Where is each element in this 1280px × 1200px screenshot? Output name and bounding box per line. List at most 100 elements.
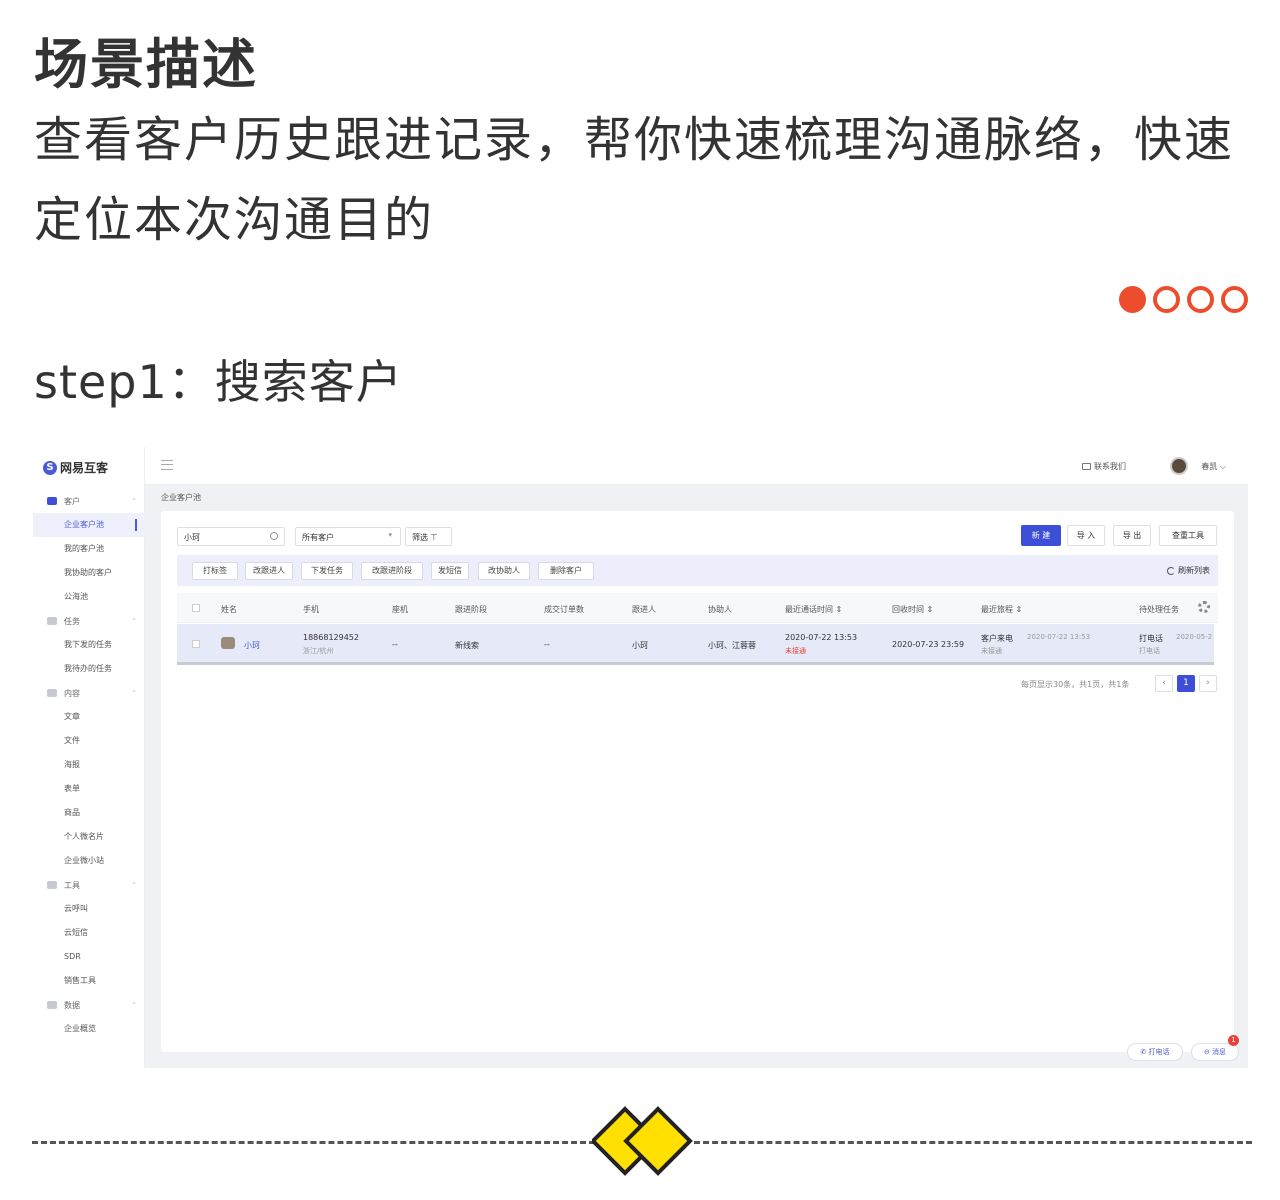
cell-task-time: 2020-05-2: [1176, 633, 1213, 641]
next-page-button[interactable]: ›: [1199, 675, 1217, 692]
new-button[interactable]: 新 建: [1021, 525, 1061, 546]
call-float-button[interactable]: ✆ 打电话: [1127, 1043, 1183, 1061]
refresh-list-button[interactable]: 刷新列表: [1167, 565, 1210, 576]
cell-task-sub: 打电话: [1139, 647, 1160, 655]
sidebar-item[interactable]: 我待办的任务: [33, 657, 145, 681]
menu-toggle-icon[interactable]: [161, 460, 173, 470]
logo-text: 网易互客: [60, 461, 109, 475]
cell-journey-status: 未接通: [981, 647, 1002, 655]
column-header[interactable]: 最近通话时间 ⇕: [785, 604, 842, 615]
step-dot-4: [1221, 286, 1248, 313]
dedupe-tool-button[interactable]: 查重工具: [1159, 525, 1217, 546]
column-header[interactable]: 跟进人: [632, 604, 656, 615]
column-header[interactable]: 回收时间 ⇕: [892, 604, 933, 615]
sidebar-group[interactable]: 客户 ⌃: [33, 489, 145, 513]
import-button[interactable]: 导 入: [1067, 525, 1105, 546]
filter-button[interactable]: 筛选 ⊤: [405, 527, 452, 546]
sidebar-item[interactable]: 文章: [33, 705, 145, 729]
batch-action-button[interactable]: 改跟进人: [245, 562, 293, 580]
sidebar-group[interactable]: 任务 ⌃: [33, 609, 145, 633]
sidebar-group[interactable]: 工具 ⌃: [33, 873, 145, 897]
sidebar-item[interactable]: 云短信: [33, 921, 145, 945]
cell-journey: 客户来电: [981, 634, 1013, 643]
batch-action-button[interactable]: 删除客户: [538, 562, 594, 580]
sidebar-item[interactable]: 个人微名片: [33, 825, 145, 849]
sidebar-item[interactable]: 表单: [33, 777, 145, 801]
select-all-checkbox[interactable]: [192, 604, 200, 612]
sidebar-item[interactable]: 公海池: [33, 585, 145, 609]
chevron-up-icon: ⌃: [131, 689, 137, 697]
column-header[interactable]: 待处理任务: [1139, 604, 1179, 615]
logo-icon: S: [43, 460, 57, 475]
sidebar-item[interactable]: 销售工具: [33, 969, 145, 993]
scene-description: 查看客户历史跟进记录，帮你快速梳理沟通脉络，快速定位本次沟通目的: [34, 112, 1235, 248]
step-dot-1: [1119, 286, 1146, 313]
sidebar-item[interactable]: 海报: [33, 753, 145, 777]
sidebar-group-label: 数据: [64, 1000, 80, 1010]
diamond-divider-icon: [592, 1106, 693, 1176]
divider-right: [694, 1141, 1252, 1144]
tool-icon: [47, 881, 57, 889]
sidebar-item[interactable]: 云呼叫: [33, 897, 145, 921]
customer-scope-select[interactable]: 所有客户 ▾: [295, 527, 401, 546]
divider-left: [32, 1141, 604, 1144]
pagination-summary: 每页显示30条，共1页，共1条: [1021, 680, 1130, 689]
task-icon: [47, 617, 57, 625]
search-icon[interactable]: [270, 532, 278, 540]
prev-page-button[interactable]: ‹: [1155, 675, 1173, 692]
gear-icon[interactable]: [1198, 601, 1210, 613]
content-icon: [47, 689, 57, 697]
sidebar-item[interactable]: 我下发的任务: [33, 633, 145, 657]
export-button[interactable]: 导 出: [1113, 525, 1151, 546]
refresh-icon: [1167, 566, 1175, 575]
user-avatar[interactable]: [1170, 457, 1188, 475]
sidebar-item[interactable]: 企业概览: [33, 1017, 145, 1041]
sidebar-group[interactable]: 数据 ⌃: [33, 993, 145, 1017]
column-header[interactable]: 最近旅程 ⇕: [981, 604, 1022, 615]
column-header[interactable]: 座机: [392, 604, 408, 615]
customer-name-link[interactable]: 小珂: [244, 640, 260, 651]
sidebar-item[interactable]: 商品: [33, 801, 145, 825]
contact-us-link[interactable]: 联系我们: [1082, 461, 1126, 472]
contact-label: 联系我们: [1094, 462, 1126, 471]
column-header[interactable]: 协助人: [708, 604, 732, 615]
cell-orders: --: [544, 640, 550, 649]
search-value: 小珂: [184, 533, 200, 542]
batch-action-button[interactable]: 打标签: [192, 562, 238, 580]
chevron-up-icon: ⌃: [131, 881, 137, 889]
sidebar-group-label: 工具: [64, 880, 80, 890]
step-title: step1：搜索客户: [34, 355, 403, 409]
search-input[interactable]: 小珂: [177, 527, 285, 546]
chevron-up-icon: ⌃: [131, 497, 137, 505]
customer-avatar: [221, 637, 235, 649]
select-value: 所有客户: [302, 533, 334, 542]
sidebar-item[interactable]: 企业客户池: [33, 513, 145, 537]
chevron-up-icon: ⌃: [131, 617, 137, 625]
batch-action-button[interactable]: 改协助人: [478, 562, 530, 580]
batch-action-button[interactable]: 发短信: [431, 562, 469, 580]
sidebar: S 网易互客 客户 ⌃ 企业客户池 我的客户池 我协助的客户 公海池 任务 ⌃ 我下发的任务 我待…: [33, 447, 145, 1068]
column-header[interactable]: 姓名: [221, 604, 237, 615]
batch-action-button[interactable]: 改跟进阶段: [361, 562, 423, 580]
app-logo: S 网易互客: [43, 459, 108, 476]
column-header[interactable]: 成交订单数: [544, 604, 584, 615]
sidebar-group[interactable]: 内容 ⌃: [33, 681, 145, 705]
sidebar-item[interactable]: 企业微小站: [33, 849, 145, 873]
sidebar-item[interactable]: 我协助的客户: [33, 561, 145, 585]
sidebar-item[interactable]: 文件: [33, 729, 145, 753]
sidebar-item[interactable]: 我的客户池: [33, 537, 145, 561]
batch-action-bar: 刷新列表 打标签 改跟进人 下发任务 改跟进阶段 发短信 改协助人 删除客户: [177, 555, 1218, 586]
page-1-button[interactable]: 1: [1177, 675, 1195, 692]
batch-action-button[interactable]: 下发任务: [301, 562, 353, 580]
column-header[interactable]: 跟进阶段: [455, 604, 487, 615]
message-icon: [1082, 463, 1091, 470]
app-screenshot: S 网易互客 客户 ⌃ 企业客户池 我的客户池 我协助的客户 公海池 任务 ⌃ 我下发的任务 我待…: [33, 447, 1248, 1068]
table-row[interactable]: 小珂 18868129452 浙江/杭州 -- 新线索 -- 小珂 小珂、江蓉蓉…: [177, 624, 1214, 665]
cell-stage: 新线索: [455, 641, 479, 650]
cell-recycle-time: 2020-07-23 23:59: [892, 640, 965, 649]
sidebar-nav: 客户 ⌃ 企业客户池 我的客户池 我协助的客户 公海池 任务 ⌃ 我下发的任务 我待办的任务 内容 ⌃…: [33, 489, 145, 1041]
column-header[interactable]: 手机: [303, 604, 319, 615]
row-checkbox[interactable]: [192, 640, 200, 648]
sidebar-item[interactable]: SDR: [33, 945, 145, 969]
user-menu[interactable]: 春凯 ⌵: [1201, 461, 1226, 472]
